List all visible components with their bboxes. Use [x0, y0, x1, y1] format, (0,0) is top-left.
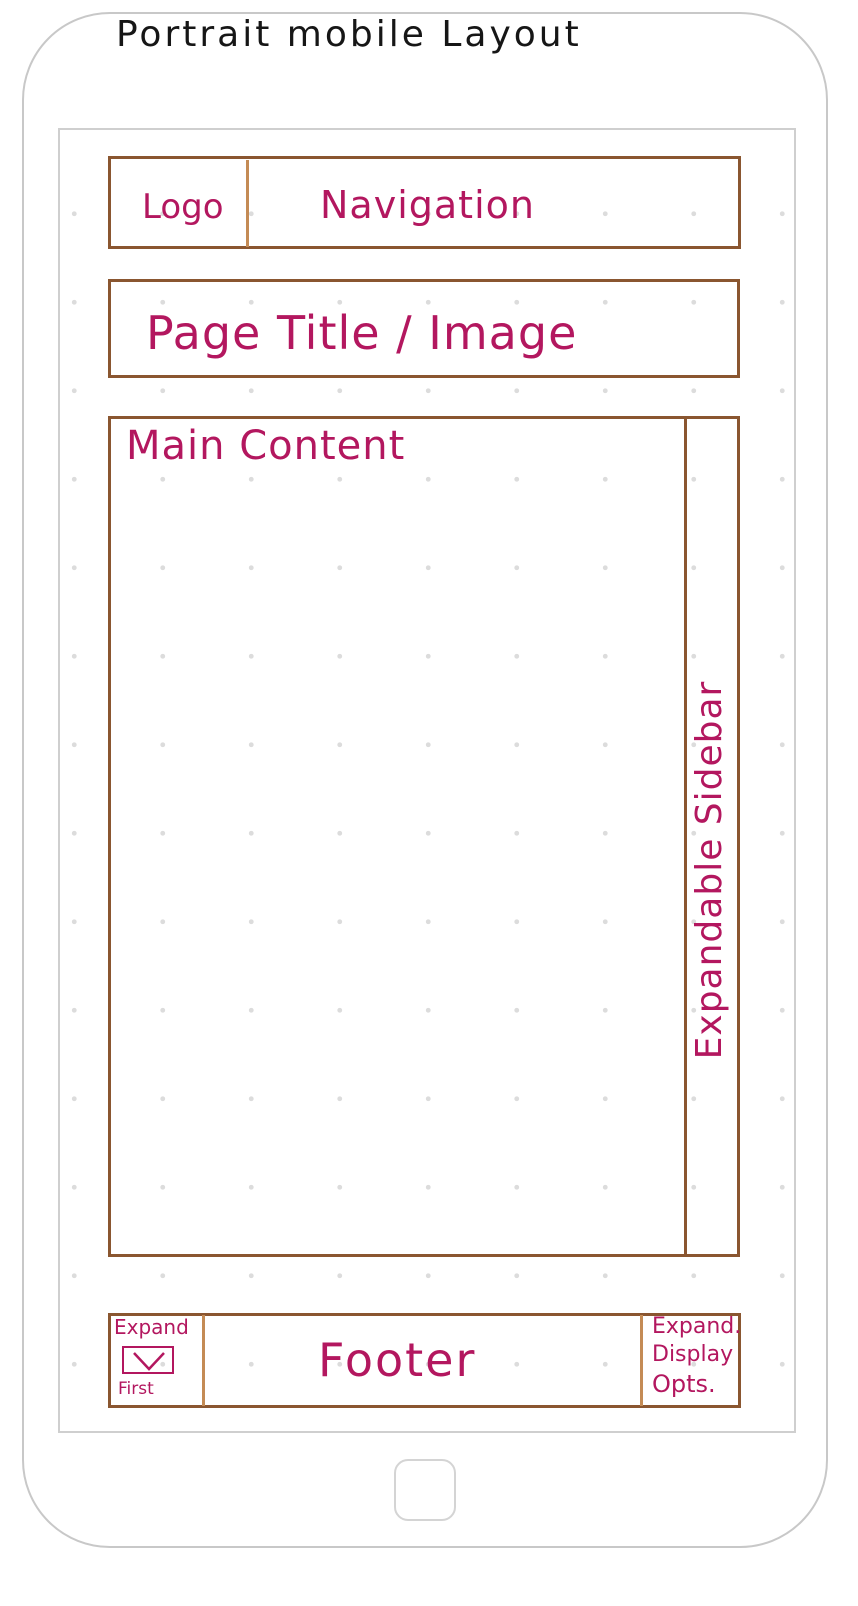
logo[interactable]: Logo	[142, 190, 224, 224]
checkbox-icon[interactable]	[122, 1346, 174, 1374]
navigation[interactable]: Navigation	[320, 186, 535, 224]
expand-first-top-label: Expand	[114, 1315, 189, 1339]
check-mark-icon	[133, 1352, 165, 1371]
home-button[interactable]	[394, 1459, 456, 1521]
sketch-title: Portrait mobile Layout	[116, 14, 582, 55]
display-options-line-3[interactable]: Opts.	[652, 1372, 716, 1396]
page-title-label: Page Title / Image	[146, 306, 578, 360]
main-content-label: Main Content	[126, 423, 406, 469]
display-options-line-1[interactable]: Expand.	[652, 1316, 741, 1338]
footer-label: Footer	[318, 1333, 477, 1387]
footer-right-divider	[640, 1315, 643, 1406]
expand-first-bottom-label: First	[118, 1379, 154, 1399]
main-content-area	[108, 416, 740, 1257]
sidebar-label: Expandable Sidebar	[689, 680, 730, 1060]
logo-divider	[246, 160, 249, 247]
footer-left-divider	[202, 1315, 205, 1406]
display-options-line-2[interactable]: Display	[652, 1344, 733, 1366]
